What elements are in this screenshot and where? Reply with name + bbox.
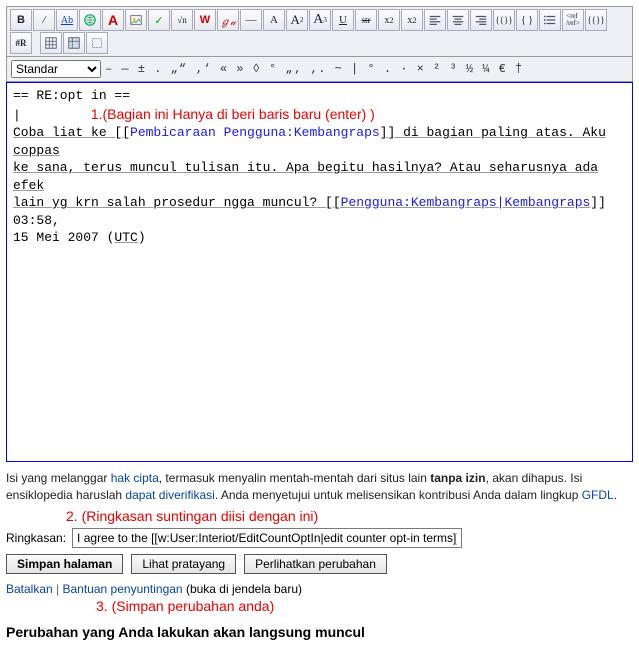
help-suffix: (buka di jendela baru): [183, 582, 302, 596]
save-button[interactable]: Simpan halaman: [6, 554, 123, 574]
italic-button[interactable]: /: [33, 9, 55, 31]
editor-heading-line: == RE:opt in ==: [13, 88, 130, 103]
blank-button[interactable]: [86, 32, 108, 54]
align-left-button[interactable]: [424, 9, 446, 31]
edit-summary-row: Ringkasan:: [6, 528, 633, 548]
action-buttons-row: Simpan halaman Lihat pratayang Perlihatk…: [6, 554, 633, 596]
table2-button[interactable]: [63, 32, 85, 54]
category-button[interactable]: { }: [516, 9, 538, 31]
strike-button[interactable]: str: [355, 9, 377, 31]
superscript-button[interactable]: x2: [378, 9, 400, 31]
editing-help-link[interactable]: Bantuan penyuntingan: [63, 582, 183, 596]
headline-button[interactable]: A: [102, 9, 124, 31]
char-category-select[interactable]: Standar: [11, 60, 101, 78]
live-changes-heading: Perubahan yang Anda lakukan akan langsun…: [6, 624, 633, 640]
template2-button[interactable]: {{}}: [585, 9, 607, 31]
bold-button[interactable]: B: [10, 9, 32, 31]
font-med-button[interactable]: A2: [286, 9, 308, 31]
math-button[interactable]: √n: [171, 9, 193, 31]
summary-label: Ringkasan:: [6, 531, 66, 545]
preview-button[interactable]: Lihat pratayang: [131, 554, 236, 574]
image-button[interactable]: [125, 9, 147, 31]
template-button[interactable]: {{}}: [493, 9, 515, 31]
nowiki-button[interactable]: W: [194, 9, 216, 31]
annotation-1: 1.(Bagian ini Hanya di beri baris baru (…: [91, 106, 375, 122]
hr-button[interactable]: —: [240, 9, 262, 31]
license-notice: Isi yang melanggar hak cipta, termasuk m…: [6, 470, 633, 504]
annotation-2: 2. (Ringkasan suntingan diisi dengan ini…: [66, 508, 633, 524]
special-chars-toolbar: Standar – — ± . „“ ‚‘ « » ◊ ° „‚ ‚. ~ | …: [6, 57, 633, 82]
subscript-button[interactable]: x2: [401, 9, 423, 31]
copyright-link[interactable]: hak cipta: [111, 471, 159, 485]
internal-link-button[interactable]: Ab: [56, 9, 78, 31]
editor-body: Coba liat ke [[Pembicaraan Pengguna:Kemb…: [13, 124, 626, 247]
list-button[interactable]: [539, 9, 561, 31]
redirect-button[interactable]: #R: [10, 32, 32, 54]
align-center-button[interactable]: [447, 9, 469, 31]
font-small-button[interactable]: A: [263, 9, 285, 31]
font-large-button[interactable]: A3: [309, 9, 331, 31]
signature-button[interactable]: ℊ𝓊: [217, 9, 239, 31]
special-chars-list[interactable]: – — ± . „“ ‚‘ « » ◊ ° „‚ ‚. ~ | ° . · × …: [105, 62, 523, 76]
underline-button[interactable]: U: [332, 9, 354, 31]
gfdl-link[interactable]: GFDL: [582, 488, 614, 502]
ref-button[interactable]: <ref/ref>: [562, 9, 584, 31]
formatting-toolbar: B / Ab A ✓ √n W ℊ𝓊 — A A2 A3 U str x2 x2…: [6, 6, 633, 57]
summary-input[interactable]: [72, 528, 462, 548]
external-link-button[interactable]: [79, 9, 101, 31]
verifiable-link[interactable]: dapat diverifikasi: [125, 488, 214, 502]
align-right-button[interactable]: [470, 9, 492, 31]
wiki-editor-textarea[interactable]: == RE:opt in == |1.(Bagian ini Hanya di …: [6, 82, 633, 462]
show-changes-button[interactable]: Perlihatkan perubahan: [244, 554, 387, 574]
cancel-link[interactable]: Batalkan: [6, 582, 53, 596]
table-button[interactable]: [40, 32, 62, 54]
media-button[interactable]: ✓: [148, 9, 170, 31]
